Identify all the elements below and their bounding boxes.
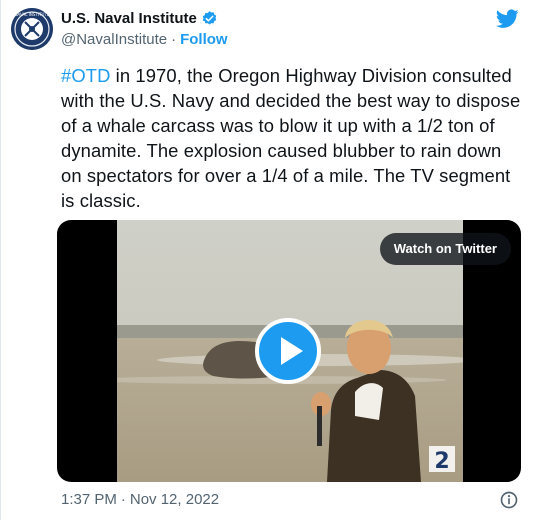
tweet-time: 1:37 PM [61, 491, 117, 508]
watch-on-twitter-button[interactable]: Watch on Twitter [379, 233, 511, 265]
tweet-card[interactable]: NAVAL INSTITUTE U.S. Naval Institute @Na… [0, 0, 533, 520]
timestamp[interactable]: 1:37 PM · Nov 12, 2022 [61, 491, 219, 508]
follow-link[interactable]: Follow [180, 31, 228, 48]
twitter-bird-icon[interactable] [496, 9, 519, 29]
play-icon [281, 337, 303, 365]
play-button[interactable] [255, 318, 321, 384]
handle-row: @NavalInstitute · Follow [61, 31, 228, 48]
tweet-body: in 1970, the Oregon Highway Division con… [61, 65, 521, 211]
display-name[interactable]: U.S. Naval Institute [61, 10, 197, 27]
tweet-date: Nov 12, 2022 [129, 491, 220, 508]
tweet-text: #OTD in 1970, the Oregon Highway Divisio… [61, 63, 521, 213]
author-name-row: U.S. Naval Institute [61, 10, 218, 27]
info-icon[interactable] [499, 490, 519, 510]
avatar[interactable]: NAVAL INSTITUTE [11, 8, 53, 50]
video-player[interactable]: 2 Watch on Twitter [57, 220, 521, 482]
channel-badge: 2 [434, 449, 449, 474]
naval-institute-seal-icon: NAVAL INSTITUTE [11, 8, 53, 50]
separator-dot: · [171, 31, 177, 48]
verified-badge-icon [202, 11, 217, 25]
hashtag-link[interactable]: #OTD [61, 65, 110, 86]
handle[interactable]: @NavalInstitute [61, 31, 167, 48]
separator-dot: · [120, 491, 126, 508]
seal-text: NAVAL INSTITUTE [15, 12, 50, 17]
